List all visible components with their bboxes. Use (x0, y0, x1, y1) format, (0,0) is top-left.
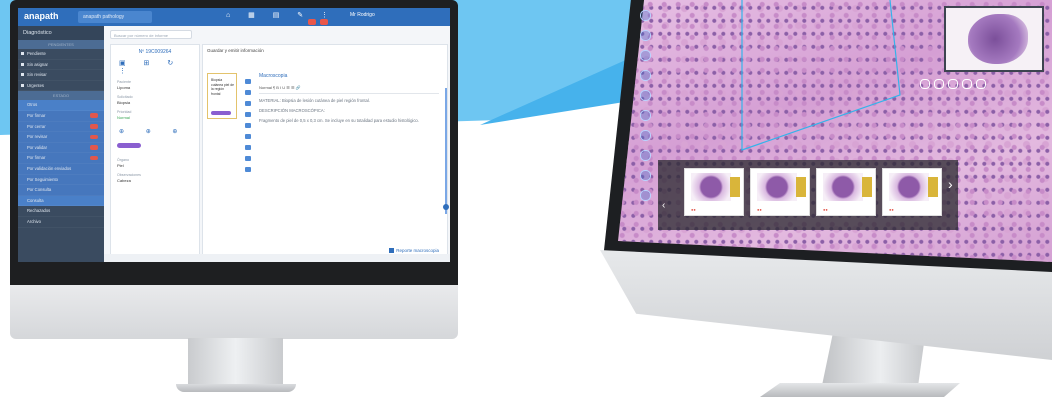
slide-thumbnail[interactable]: ●● (750, 168, 810, 216)
slide-strip: ●● ●● ●● ●● (658, 160, 958, 230)
slide-thumbnail[interactable]: ●● (816, 168, 876, 216)
chevron-left-icon[interactable]: ‹ (662, 200, 665, 211)
navigator-thumbnail[interactable] (944, 6, 1044, 72)
zoom-controls[interactable] (920, 76, 1020, 89)
slide-thumbnail[interactable]: ●● (684, 168, 744, 216)
slide-thumbnail[interactable]: ●● (882, 168, 942, 216)
viewer-toolbar[interactable] (640, 10, 654, 201)
chevron-right-icon[interactable]: › (948, 176, 953, 192)
